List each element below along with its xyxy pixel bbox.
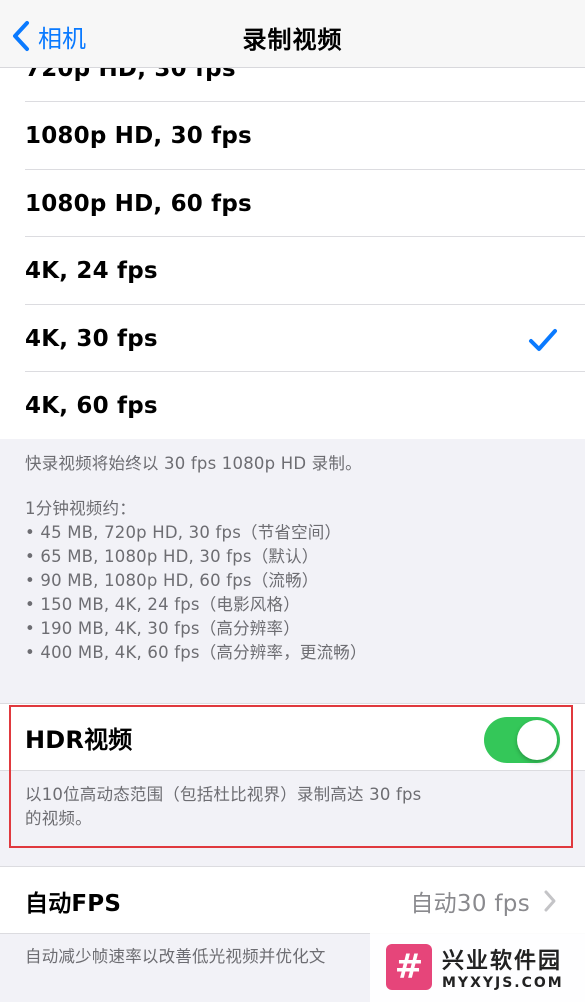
- chevron-right-icon: [544, 890, 556, 912]
- watermark-logo-icon: #: [386, 944, 432, 990]
- format-list: 720p HD, 30 fps 1080p HD, 30 fps 1080p H…: [0, 68, 585, 439]
- auto-fps-group: 自动FPS 自动30 fps: [0, 866, 585, 934]
- divider: [0, 770, 585, 771]
- watermark-domain: MYXYJS.COM: [442, 975, 564, 991]
- auto-fps-description: 自动减少帧速率以改善低光视频并优化文: [25, 947, 326, 966]
- hdr-video-label: HDR视频: [25, 726, 133, 754]
- auto-fps-row[interactable]: 自动FPS 自动30 fps: [0, 867, 585, 934]
- format-option-label: 4K, 60 fps: [25, 392, 158, 419]
- format-option-label: 1080p HD, 60 fps: [25, 190, 252, 217]
- size-note-title: 1分钟视频约：: [25, 499, 136, 518]
- navigation-bar: 相机 录制视频: [0, 0, 585, 68]
- size-note-item: • 400 MB, 4K, 60 fps（高分辨率，更流畅）: [25, 643, 367, 662]
- page-title: 录制视频: [242, 26, 343, 54]
- size-note-item: • 90 MB, 1080p HD, 60 fps（流畅）: [25, 571, 319, 590]
- watermark: # 兴业软件园 MYXYJS.COM: [370, 932, 585, 1002]
- format-option-label: 4K, 30 fps: [25, 325, 158, 352]
- size-note-item: • 190 MB, 4K, 30 fps（高分辨率）: [25, 619, 300, 638]
- format-option-1080p-60[interactable]: 1080p HD, 60 fps: [0, 170, 585, 237]
- auto-fps-value: 自动30 fps: [410, 890, 530, 917]
- format-option-label: 720p HD, 30 fps: [25, 68, 236, 82]
- format-option-label: 4K, 24 fps: [25, 257, 158, 284]
- hdr-video-toggle[interactable]: [484, 717, 560, 763]
- format-option-label: 1080p HD, 30 fps: [25, 122, 252, 149]
- format-option-1080p-30[interactable]: 1080p HD, 30 fps: [0, 102, 585, 169]
- format-option-720p-30[interactable]: 720p HD, 30 fps: [0, 68, 585, 102]
- quick-record-note: 快录视频将始终以 30 fps 1080p HD 录制。: [25, 454, 362, 473]
- size-note-item: • 65 MB, 1080p HD, 30 fps（默认）: [25, 547, 319, 566]
- hdr-group: HDR视频: [0, 703, 585, 771]
- hdr-description: 以10位高动态范围（包括杜比视界）录制高达 30 fps: [25, 785, 422, 804]
- hdr-video-row: HDR视频: [0, 704, 585, 771]
- toggle-knob: [517, 720, 557, 760]
- checkmark-icon: [529, 329, 557, 351]
- format-option-4k-24[interactable]: 4K, 24 fps: [0, 237, 585, 304]
- size-note-item: • 150 MB, 4K, 24 fps（电影风格）: [25, 595, 300, 614]
- auto-fps-label: 自动FPS: [25, 890, 122, 917]
- size-note-item: • 45 MB, 720p HD, 30 fps（节省空间）: [25, 523, 342, 542]
- watermark-name: 兴业软件园: [442, 949, 563, 974]
- hdr-description-continued: 的视频。: [25, 809, 92, 828]
- format-option-4k-30[interactable]: 4K, 30 fps: [0, 305, 585, 372]
- format-option-4k-60[interactable]: 4K, 60 fps: [0, 372, 585, 439]
